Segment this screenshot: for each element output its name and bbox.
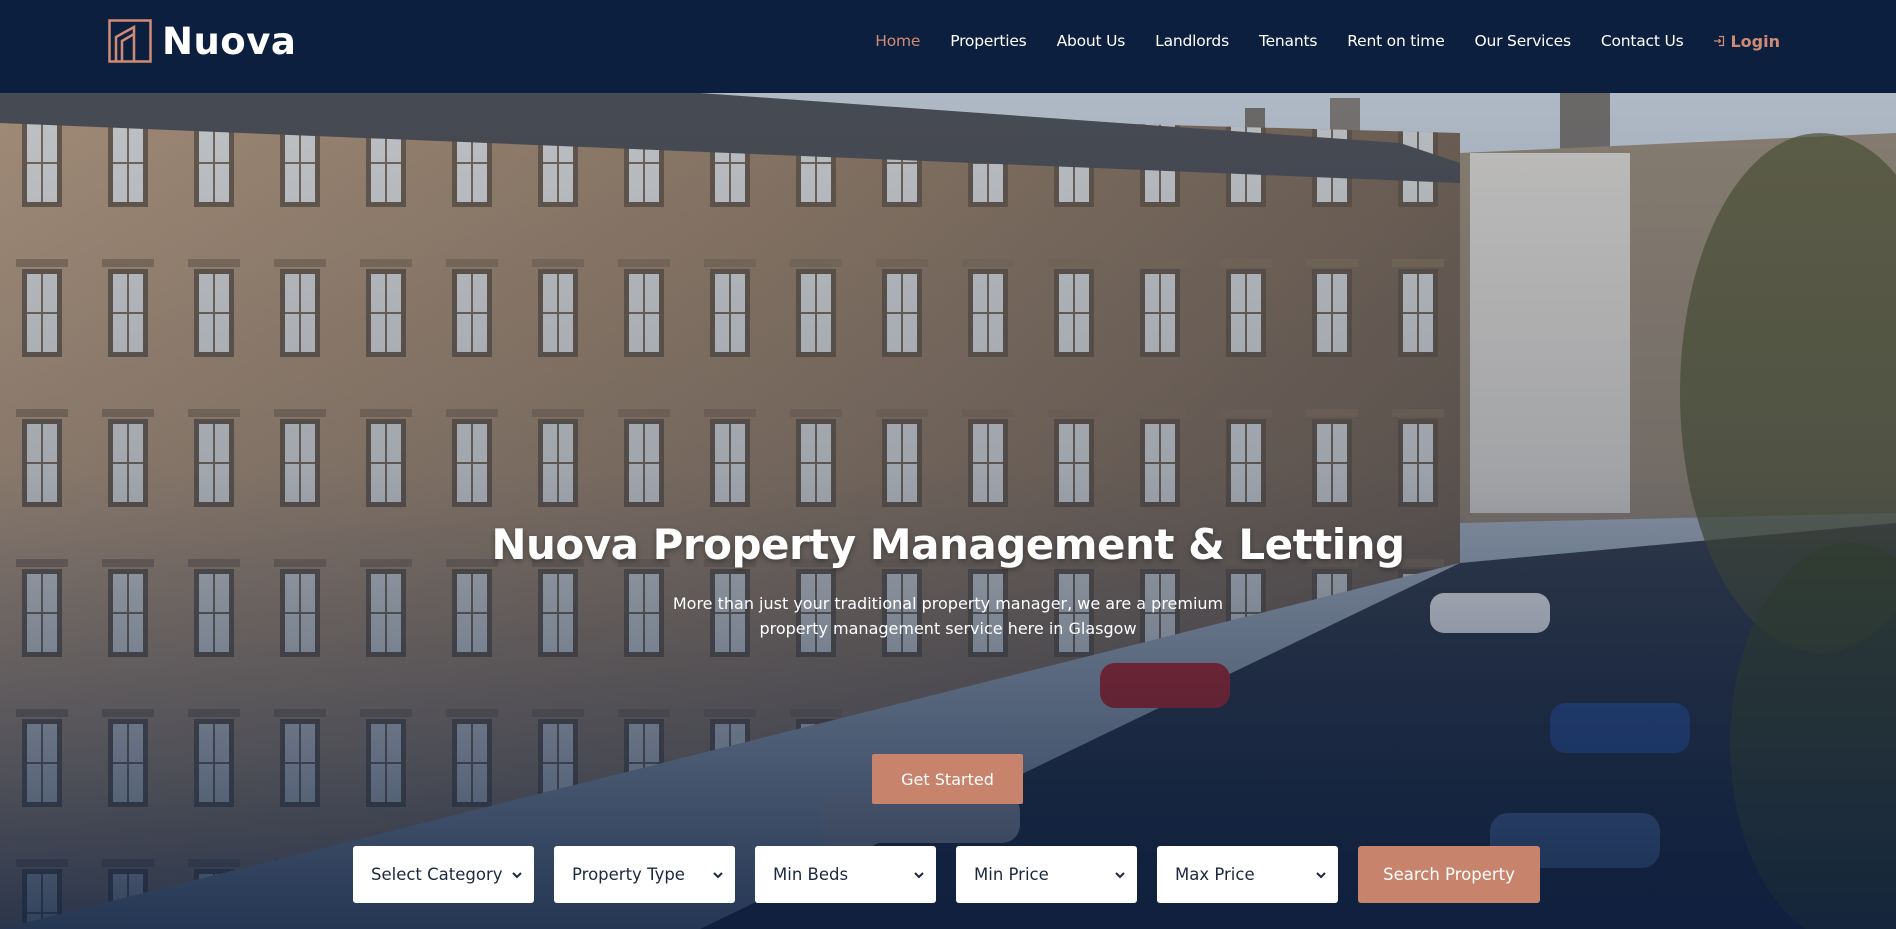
property-search-form: Select Category Property Type Min Beds M… (353, 846, 1540, 903)
nav-tenants[interactable]: Tenants (1259, 32, 1317, 50)
nav-rent-on-time[interactable]: Rent on time (1347, 32, 1444, 50)
nav-home[interactable]: Home (875, 32, 920, 50)
select-category-dropdown[interactable]: Select Category (353, 846, 534, 903)
nav-landlords[interactable]: Landlords (1155, 32, 1229, 50)
min-price-label: Min Price (974, 865, 1049, 884)
hero-title: Nuova Property Management & Letting (491, 520, 1405, 569)
top-navbar: Nuova Home Properties About Us Landlords… (0, 0, 1896, 93)
chevron-down-icon (1316, 871, 1326, 878)
property-type-dropdown[interactable]: Property Type (554, 846, 735, 903)
nav-properties[interactable]: Properties (950, 32, 1027, 50)
min-beds-label: Min Beds (773, 865, 849, 884)
chevron-down-icon (914, 871, 924, 878)
nav-contact-us[interactable]: Contact Us (1601, 32, 1684, 50)
hero-subtitle: More than just your traditional property… (672, 594, 1224, 638)
brand-home-link[interactable]: Nuova (108, 19, 296, 63)
nav-about-us[interactable]: About Us (1057, 32, 1126, 50)
brand-name: Nuova (162, 19, 297, 63)
min-price-dropdown[interactable]: Min Price (956, 846, 1137, 903)
login-arrow-icon (1714, 35, 1725, 47)
select-category-label: Select Category (371, 865, 503, 884)
search-property-button[interactable]: Search Property (1358, 846, 1540, 903)
nav-our-services[interactable]: Our Services (1475, 32, 1571, 50)
max-price-dropdown[interactable]: Max Price (1157, 846, 1338, 903)
login-label: Login (1730, 31, 1780, 51)
chevron-down-icon (713, 871, 723, 878)
house-outline-icon (108, 19, 152, 63)
login-link[interactable]: Login (1713, 32, 1780, 51)
chevron-down-icon (1115, 871, 1125, 878)
get-started-button[interactable]: Get Started (872, 754, 1023, 804)
chevron-down-icon (512, 871, 522, 878)
min-beds-dropdown[interactable]: Min Beds (755, 846, 936, 903)
property-type-label: Property Type (572, 865, 685, 884)
main-nav: Home Properties About Us Landlords Tenan… (875, 29, 1780, 53)
max-price-label: Max Price (1175, 865, 1255, 884)
